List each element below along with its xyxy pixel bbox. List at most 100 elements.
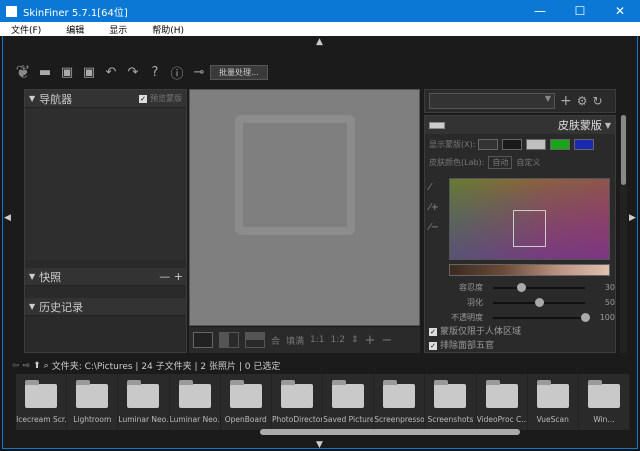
zoom-1-1-button[interactable]: 1:1 [310,335,324,345]
slider-knob[interactable] [535,297,544,307]
mask-none-swatch[interactable] [478,138,499,150]
left-panel: ▼ 导航器 ✓ 预览蒙版 ▼ 快照 — + ▼ 历史记录 [24,89,187,353]
menu-edit[interactable]: 编辑 [66,23,84,36]
folder-name: VideoProc C... [476,415,527,424]
settings-gear-icon[interactable]: ⚙ [577,94,588,108]
navigator-title: 导航器 [39,92,73,106]
undo-icon[interactable]: ↶ [100,65,122,80]
skin-tone-range[interactable] [449,264,610,276]
zoom-out-icon[interactable]: − [381,333,392,348]
folder-thumbnail[interactable]: Icecream Scr... [16,374,68,430]
folder-name: Luminar Neo... [118,415,169,424]
folder-name: Saved Pictures [323,415,374,424]
maximize-button[interactable]: ☐ [560,0,600,22]
feather-slider[interactable]: 羽化 50 [425,295,615,310]
add-preset-icon[interactable]: + [560,93,572,109]
save-as-icon[interactable]: ▣ [78,65,100,80]
search-icon[interactable]: ⌕ [44,361,49,371]
folder-name: VueScan [536,415,569,424]
exclude-features-checkbox[interactable]: ✓ 排除面部五官 [429,339,521,352]
folder-thumbnail[interactable]: OpenBoard [221,374,272,430]
folder-thumbnail[interactable]: VideoProc C... [477,374,528,430]
folder-name: Icecream Scr... [16,415,67,424]
history-header[interactable]: ▼ 历史记录 [25,298,186,316]
browser-status-bar: ⇦ ⇨ ⬆ ⌕ 文件夹: C:\Pictures | 24 子文件夹 | 2 张… [12,359,280,373]
mask-color-swatch[interactable] [574,138,595,150]
eyedroppers: ⁄ ⁄+ ⁄− [429,178,439,238]
folder-thumbnail[interactable]: Luminar Neo... [170,374,221,430]
view-toolbar: 合 填满 1:1 1:2 ⇕ + − [189,327,420,353]
eyedropper-icon[interactable]: ⁄ [429,178,439,198]
zoom-in-icon[interactable]: + [365,333,376,348]
slider-value: 50 [604,298,615,307]
preset-bar: ▼ + ⚙ ↻ [424,89,616,113]
skin-color-label: 皮肤颜色(Lab): [429,157,485,167]
toggle-switch[interactable] [429,121,445,129]
folder-thumbnail[interactable]: Luminar Neo... [118,374,170,430]
folder-name: PhotoDirector [271,415,322,424]
folder-icon [434,380,467,408]
color-range-box[interactable] [513,210,546,247]
up-folder-icon[interactable]: ⬆ [33,361,41,371]
split-vertical-icon[interactable] [219,332,239,348]
plugin-icon[interactable]: ⊸ [188,65,210,80]
menu-file[interactable]: 文件(F) [11,23,41,36]
thumbnail-scrollbar[interactable] [260,429,520,435]
zoom-1-2-button[interactable]: 1:2 [331,335,345,345]
folder-thumbnail[interactable]: Screenpresso [374,374,426,430]
auto-button[interactable]: 自动 [488,155,513,169]
custom-label[interactable]: 自定义 [516,157,540,168]
folder-thumbnail[interactable]: PhotoDirector [271,374,324,430]
split-horizontal-icon[interactable] [245,332,265,348]
preview-mask-checkbox[interactable]: ✓ [139,94,147,103]
navigator-header[interactable]: ▼ 导航器 ✓ 预览蒙版 [25,90,186,108]
fill-button[interactable]: 填满 [286,334,304,347]
forward-arrow-icon[interactable]: ⇨ [23,361,31,371]
slider-value: 30 [604,283,615,292]
preset-dropdown[interactable]: ▼ [429,93,555,109]
folder-thumbnail[interactable]: VueScan [528,374,579,430]
folder-thumbnail[interactable]: Lightroom [67,374,119,430]
mask-color-swatch[interactable] [502,138,523,150]
collapse-right-arrow-icon[interactable]: ▶ [629,213,636,223]
minimize-button[interactable]: — [520,0,560,22]
lab-color-picker[interactable] [449,178,610,260]
limit-body-checkbox[interactable]: ✓ 蒙版仅限于人体区域 [429,325,521,339]
redo-icon[interactable]: ↷ [122,65,144,80]
slider-knob[interactable] [581,312,590,322]
collapse-left-arrow-icon[interactable]: ◀ [4,213,11,223]
folder-name: Luminar Neo... [169,415,220,424]
skin-mask-header[interactable]: 皮肤蒙版 ▼ [425,116,615,134]
fit-button[interactable]: 合 [271,334,280,347]
folder-thumbnail[interactable]: Screenshots [425,374,477,430]
folder-thumbnail[interactable]: Win... [579,374,630,430]
reset-icon[interactable]: ↻ [593,94,603,108]
save-icon[interactable]: ▣ [56,65,78,80]
eyedropper-add-icon[interactable]: ⁄+ [429,198,439,218]
single-view-icon[interactable] [193,332,213,348]
tolerance-slider[interactable]: 容忍度 30 [425,280,615,295]
collapse-top-arrow-icon[interactable]: ▲ [316,37,323,47]
help-icon[interactable]: ? [144,65,166,80]
opacity-slider[interactable]: 不透明度 100 [425,310,615,325]
close-button[interactable]: ✕ [600,0,640,22]
snapshots-header[interactable]: ▼ 快照 — + [25,268,186,286]
collapse-bottom-arrow-icon[interactable]: ▼ [316,440,323,450]
back-arrow-icon[interactable]: ⇦ [12,361,20,371]
title-bar: SkinFiner 5.7.1[64位] — ☐ ✕ [0,0,640,22]
info-icon[interactable]: ⓘ [166,63,188,82]
mask-color-swatch[interactable] [550,138,571,150]
show-mask-label: 显示蒙版(X): [429,139,476,149]
open-folder-icon[interactable]: ▬ [34,65,56,80]
batch-process-button[interactable]: 批量处理... [210,65,268,80]
right-scrollbar[interactable] [620,115,627,353]
menu-help[interactable]: 帮助(H) [152,23,184,36]
folder-thumbnail[interactable]: Saved Pictures [323,374,375,430]
eyedropper-remove-icon[interactable]: ⁄− [429,218,439,238]
mask-color-swatch[interactable] [526,138,547,150]
image-canvas[interactable] [189,89,420,326]
snapshot-controls[interactable]: — + [159,270,183,283]
menu-view[interactable]: 显示 [109,23,127,36]
zoom-stepper-icon[interactable]: ⇕ [351,335,359,345]
slider-knob[interactable] [516,282,526,292]
